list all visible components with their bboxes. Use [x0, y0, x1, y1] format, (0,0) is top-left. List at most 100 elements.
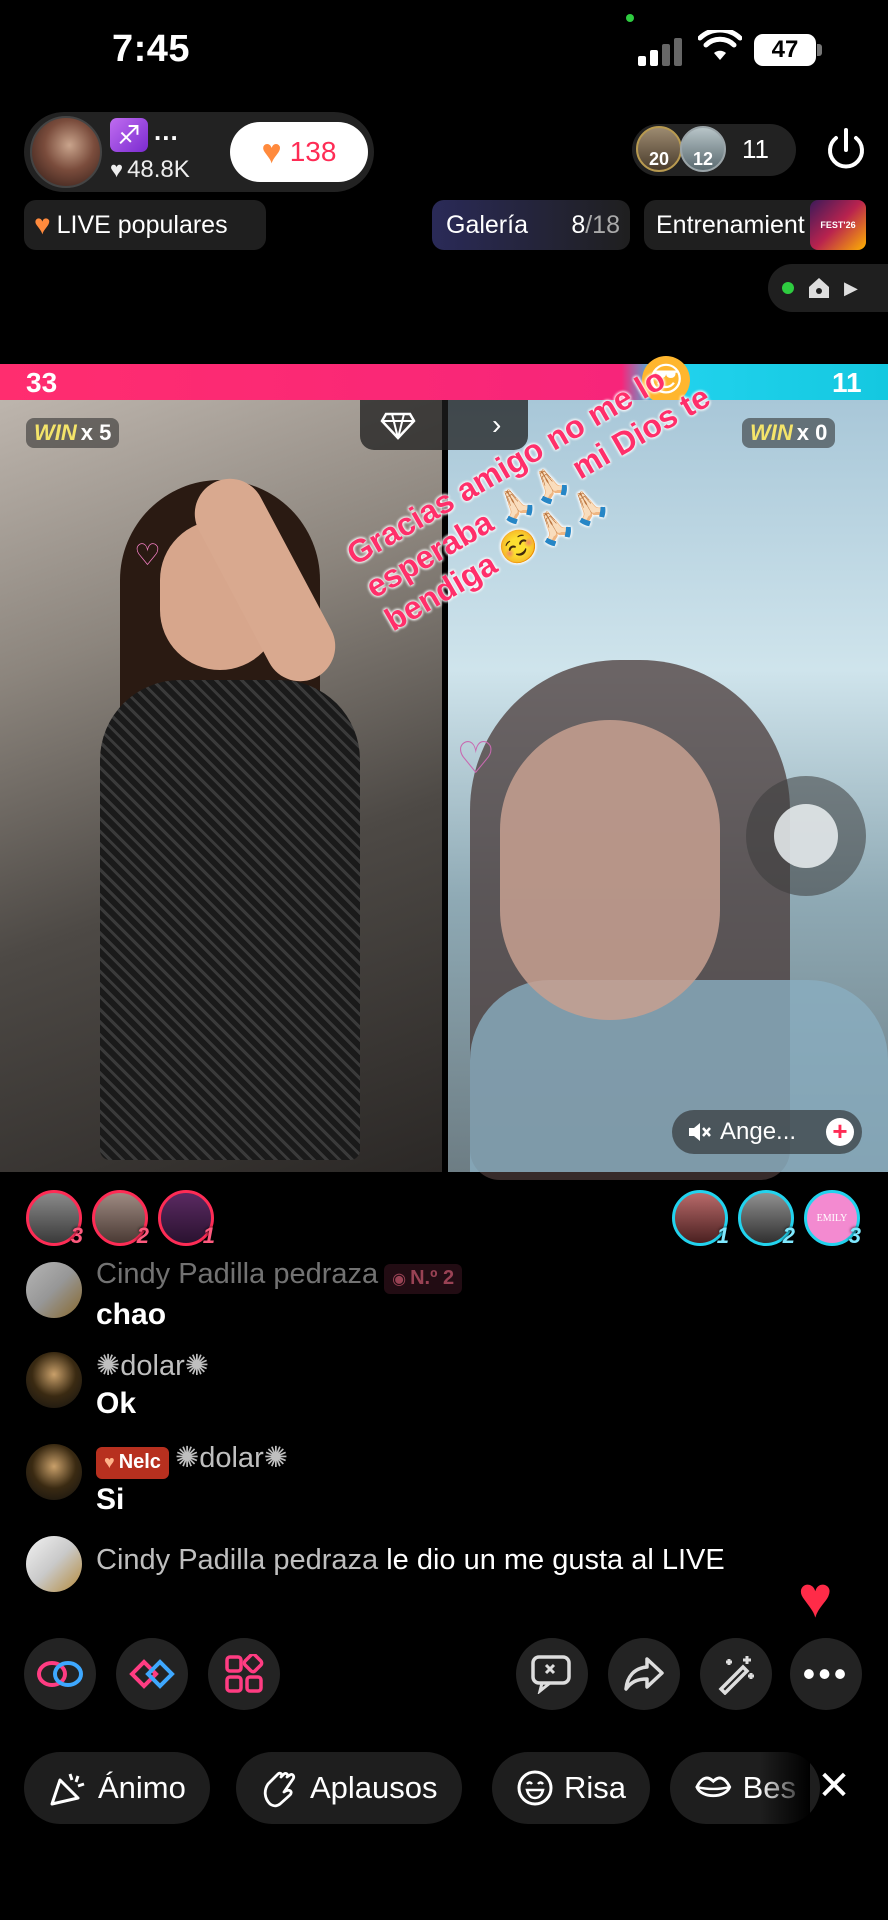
magic-wand-icon — [718, 1656, 754, 1695]
win-count: x 0 — [796, 420, 828, 445]
battery-nub — [817, 44, 822, 56]
orange-heart-icon: ♥ — [34, 209, 51, 240]
guest-name: Ange... — [720, 1118, 797, 1145]
win-streak-left: WIN x 5 — [26, 418, 120, 448]
home-icon[interactable] — [806, 275, 832, 301]
left-supporter-avatar[interactable]: 1 — [158, 1190, 215, 1248]
comment-toggle-button[interactable] — [516, 1638, 588, 1710]
kiss-lips-icon — [695, 1776, 732, 1798]
chat-text: Si — [96, 1482, 125, 1516]
follow-heart-button[interactable]: ♥ 138 — [230, 122, 368, 182]
gallery-chip[interactable]: Galería 8/18 — [432, 200, 630, 250]
floating-heart-icon: ♥ — [798, 1565, 833, 1630]
chat-username[interactable]: Cindy Padilla pedraza — [96, 1544, 378, 1576]
rank-number: 3 — [70, 1223, 83, 1248]
viewer-rank: 20 — [648, 149, 670, 169]
score-right: 11 — [832, 367, 862, 398]
gallery-progress-current: 8 — [571, 210, 586, 239]
win-label: WIN — [750, 420, 793, 445]
host-likes-value: 48.8K — [127, 156, 190, 183]
laugh-face-icon — [517, 1770, 553, 1806]
status-time: 7:45 — [112, 28, 191, 70]
fan-club-label: Nelc — [118, 1451, 161, 1474]
live-popular-chip[interactable]: ♥ LIVE populares — [24, 200, 266, 250]
muted-speaker-icon — [689, 1123, 711, 1141]
share-button[interactable] — [608, 1638, 680, 1710]
viewer-count: 11 — [742, 134, 769, 164]
training-label: Entrenamient — [656, 210, 805, 239]
gallery-progress: 8/18 — [571, 211, 620, 240]
cheer-icon — [50, 1773, 85, 1806]
chat-avatar[interactable] — [26, 1444, 82, 1500]
cellular-signal-icon — [638, 34, 686, 66]
gallery-label: Galería — [446, 210, 528, 239]
heart-sticker-icon: ♡ — [134, 539, 161, 572]
win-streak-right: WIN x 0 — [742, 418, 836, 448]
viewer-rank: 12 — [692, 149, 714, 169]
chevron-right-icon[interactable]: › — [492, 410, 516, 440]
rank-number: 3 — [848, 1223, 861, 1248]
power-icon[interactable] — [822, 126, 870, 174]
apps-grid-icon — [225, 1654, 264, 1693]
chat-avatar[interactable] — [26, 1352, 82, 1408]
top-viewer-avatar[interactable]: 12 — [680, 126, 726, 172]
comment-off-icon — [531, 1655, 571, 1694]
reaction-chip[interactable]: Risa — [492, 1752, 651, 1824]
rank-badge: ◉ N.º 2 — [384, 1263, 463, 1294]
privacy-indicator-dot — [626, 14, 634, 22]
more-button[interactable]: ••• — [790, 1638, 862, 1710]
live-popular-label: LIVE populares — [56, 210, 228, 239]
host-figure-dress — [100, 680, 360, 1160]
add-guest-icon[interactable]: + — [826, 1118, 854, 1146]
close-icon[interactable]: ✕ — [814, 1766, 854, 1806]
chat-avatar[interactable] — [26, 1536, 82, 1592]
effects-button[interactable] — [700, 1638, 772, 1710]
link-button[interactable] — [24, 1638, 96, 1710]
reaction-label: Risa — [564, 1770, 627, 1805]
win-label: WIN — [34, 420, 77, 445]
chat-message: Cindy Padilla pedraza le dio un me gusta… — [96, 1544, 876, 1577]
play-arrow-icon[interactable]: ▶ — [844, 278, 858, 299]
reaction-chip[interactable]: Ánimo — [24, 1752, 210, 1824]
match-button[interactable] — [116, 1638, 188, 1710]
rank-number: 1 — [202, 1223, 215, 1248]
battle-score-bar — [0, 364, 888, 400]
chat-text: le dio un me gusta al LIVE — [386, 1544, 725, 1576]
win-count: x 5 — [80, 420, 112, 445]
chat-username[interactable]: Cindy Padilla pedraza — [96, 1258, 378, 1290]
reaction-label: Aplausos — [310, 1770, 438, 1805]
more-dots-icon: ••• — [802, 1653, 850, 1694]
share-arrow-icon — [624, 1657, 664, 1691]
apps-button[interactable] — [208, 1638, 280, 1710]
top-viewer-avatar[interactable]: 20 — [636, 126, 682, 172]
diamond-icon[interactable] — [380, 410, 416, 440]
left-supporter-avatar[interactable]: 2 — [92, 1190, 149, 1248]
link-icon — [37, 1661, 83, 1687]
right-supporter-avatar[interactable]: 1 — [672, 1190, 729, 1248]
guest-figure-face — [500, 720, 720, 1020]
heart-small-icon: ♥ — [110, 157, 124, 182]
mini-controls[interactable]: ▶ — [768, 264, 888, 312]
heart-badge-icon: ♥ — [104, 1452, 115, 1473]
left-supporter-avatar[interactable]: 3 — [26, 1190, 83, 1248]
clapping-hands-icon — [263, 1771, 296, 1808]
guest-name-chip[interactable]: Ange... + — [672, 1110, 862, 1154]
assistive-touch-knob[interactable] — [774, 804, 838, 868]
live-dot-icon — [782, 282, 794, 294]
chat-text: Ok — [96, 1387, 137, 1420]
sagittarius-icon: ♐ — [110, 118, 148, 152]
reaction-chip[interactable]: Aplausos — [236, 1752, 462, 1824]
heart-sticker-icon: ♡ — [456, 734, 496, 783]
host-avatar[interactable] — [30, 116, 102, 188]
reaction-label: Ánimo — [98, 1770, 186, 1805]
chat-username[interactable]: ✺dolar✺ — [175, 1442, 288, 1474]
follow-count: 138 — [289, 136, 337, 167]
rank-circle-icon: ◉ — [392, 1270, 407, 1288]
rank-number: 2 — [782, 1223, 795, 1248]
fest-badge[interactable]: FEST'26 LIVE — [810, 200, 866, 280]
battery-indicator: 47 — [754, 34, 816, 66]
chat-username[interactable]: ✺dolar✺ — [96, 1348, 856, 1383]
right-supporter-avatar[interactable]: EMILY 3 — [804, 1190, 861, 1248]
right-supporter-avatar[interactable]: 2 — [738, 1190, 795, 1248]
chat-avatar[interactable] — [26, 1262, 82, 1318]
